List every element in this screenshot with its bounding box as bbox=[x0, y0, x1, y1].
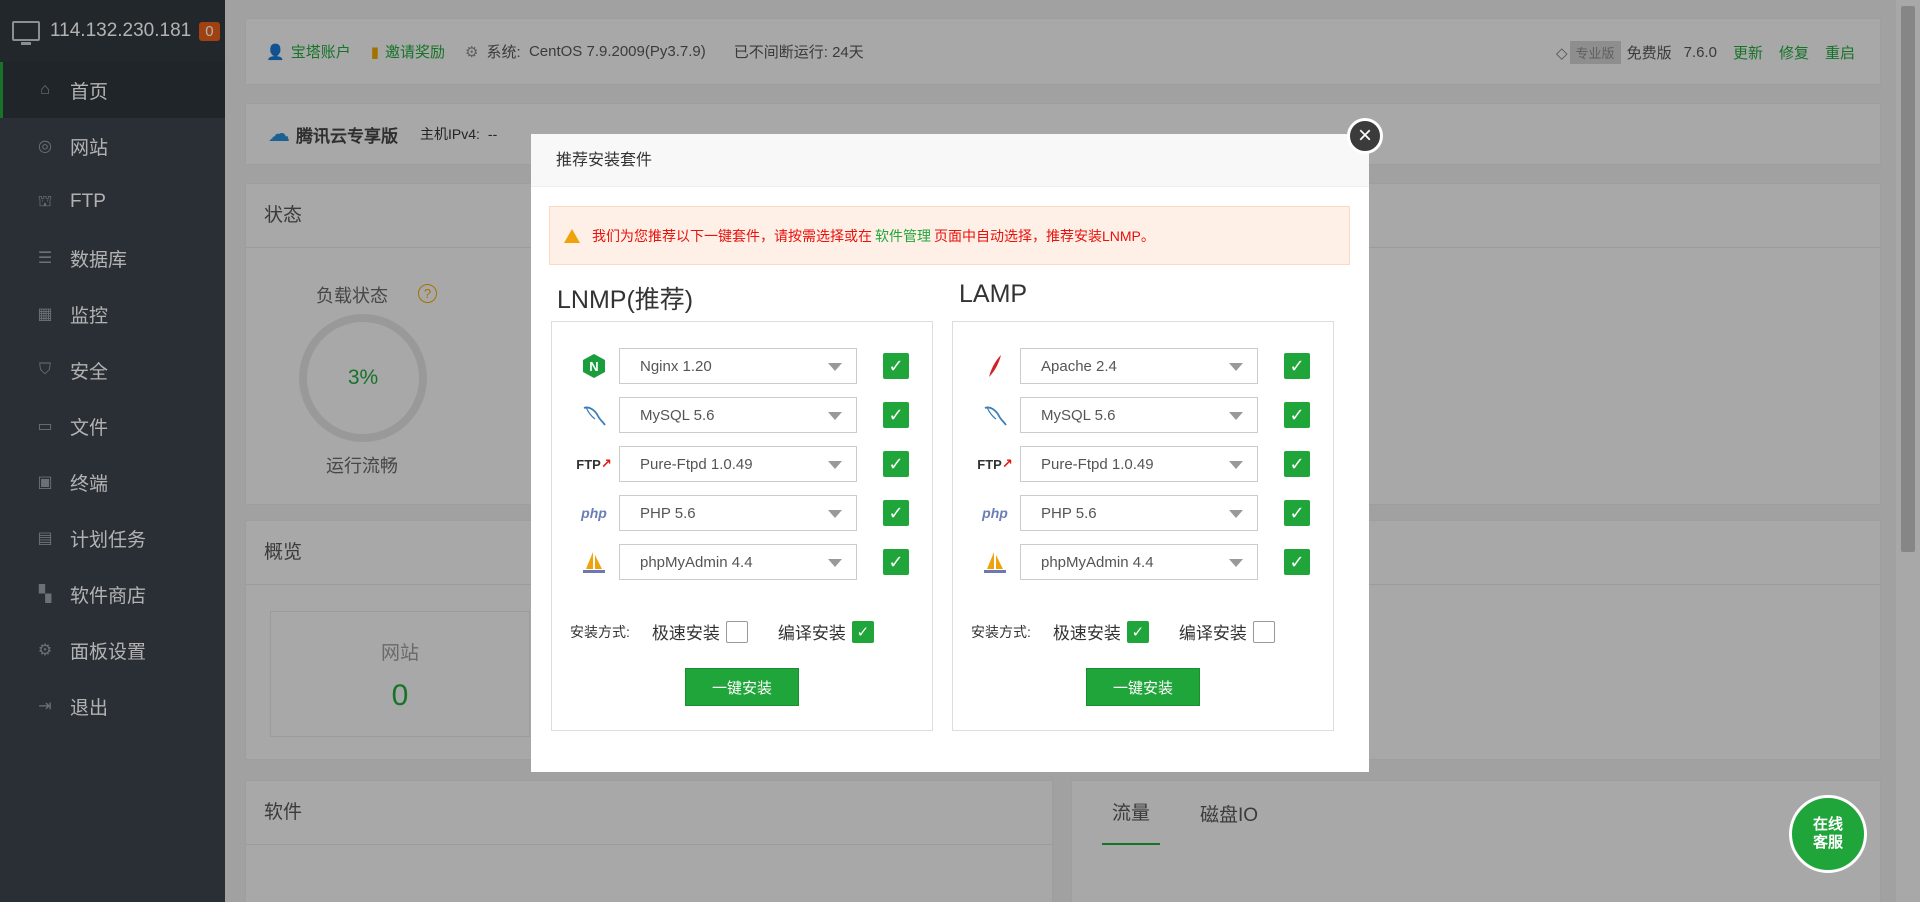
mysql-version-select[interactable]: MySQL 5.6 bbox=[1020, 397, 1258, 433]
php-version-select[interactable]: PHP 5.6 bbox=[619, 495, 857, 531]
software-manage-link[interactable]: 软件管理 bbox=[875, 226, 931, 246]
phpmyadmin-icon bbox=[975, 544, 1015, 580]
compile-install-label: 编译安装 bbox=[777, 624, 846, 643]
ftp-version-select[interactable]: Pure-Ftpd 1.0.49 bbox=[619, 446, 857, 482]
fast-install-checkbox[interactable]: ✓ bbox=[725, 620, 748, 643]
warning-icon bbox=[564, 228, 580, 243]
ftp-logo-icon: FTP ↗ bbox=[576, 456, 612, 472]
lnmp-install-button[interactable]: 一键安装 bbox=[685, 668, 799, 706]
lnmp-row-ftp: FTP ↗ Pure-Ftpd 1.0.49 ✓ bbox=[574, 446, 909, 482]
mysql-checkbox[interactable]: ✓ bbox=[1284, 402, 1310, 428]
php-checkbox[interactable]: ✓ bbox=[883, 500, 909, 526]
php-checkbox[interactable]: ✓ bbox=[1284, 500, 1310, 526]
lamp-panel: Apache 2.4 ✓ MySQL 5.6 ✓ FTP ↗ Pure-Ftpd … bbox=[952, 321, 1334, 731]
mysql-checkbox[interactable]: ✓ bbox=[883, 402, 909, 428]
lnmp-panel: N Nginx 1.20 ✓ MySQL 5.6 ✓ FTP ↗ Pure-Ftp… bbox=[551, 321, 933, 731]
lamp-row-apache: Apache 2.4 ✓ bbox=[975, 348, 1310, 384]
lnmp-title: LNMP(推荐) bbox=[557, 286, 694, 314]
ftp-logo-icon: FTP ↗ bbox=[977, 456, 1013, 472]
compile-install-label: 编译安装 bbox=[1178, 624, 1247, 643]
fast-install-label: 极速安装 bbox=[1052, 624, 1121, 643]
lnmp-row-mysql: MySQL 5.6 ✓ bbox=[574, 397, 909, 433]
mysql-icon bbox=[975, 397, 1015, 433]
php-version-select[interactable]: PHP 5.6 bbox=[1020, 495, 1258, 531]
apache-version-select[interactable]: Apache 2.4 bbox=[1020, 348, 1258, 384]
notice-text: 我们为您推荐以下一键套件，请按需选择或在 bbox=[592, 227, 872, 244]
ftp-checkbox[interactable]: ✓ bbox=[883, 451, 909, 477]
mysql-icon bbox=[574, 397, 614, 433]
php-icon: php bbox=[982, 505, 1008, 521]
lnmp-row-nginx: N Nginx 1.20 ✓ bbox=[574, 348, 909, 384]
compile-install-checkbox[interactable]: ✓ bbox=[1252, 620, 1275, 643]
method-label: 安装方式: bbox=[971, 623, 1031, 640]
method-label: 安装方式: bbox=[570, 623, 630, 640]
phpmyadmin-checkbox[interactable]: ✓ bbox=[1284, 549, 1310, 575]
nginx-icon: N bbox=[574, 348, 614, 384]
lamp-row-php: php PHP 5.6 ✓ bbox=[975, 495, 1310, 531]
svg-text:N: N bbox=[589, 359, 598, 374]
ftp-version-select[interactable]: Pure-Ftpd 1.0.49 bbox=[1020, 446, 1258, 482]
phpmyadmin-icon bbox=[574, 544, 614, 580]
compile-install-checkbox[interactable]: ✓ bbox=[851, 620, 874, 643]
mysql-version-select[interactable]: MySQL 5.6 bbox=[619, 397, 857, 433]
install-suite-modal: 推荐安装套件 我们为您推荐以下一键套件，请按需选择或在 软件管理 页面中自动选择… bbox=[531, 134, 1369, 772]
ftp-checkbox[interactable]: ✓ bbox=[1284, 451, 1310, 477]
lamp-row-phpmyadmin: phpMyAdmin 4.4 ✓ bbox=[975, 544, 1310, 580]
lamp-install-button[interactable]: 一键安装 bbox=[1086, 668, 1200, 706]
online-support-button[interactable]: 在线 客服 bbox=[1789, 795, 1867, 873]
notice-text: 页面中自动选择，推荐安装LNMP。 bbox=[934, 227, 1155, 244]
lnmp-row-phpmyadmin: phpMyAdmin 4.4 ✓ bbox=[574, 544, 909, 580]
install-method: 安装方式: 极速安装 ✓ 编译安装 ✓ bbox=[570, 619, 874, 644]
phpmyadmin-checkbox[interactable]: ✓ bbox=[883, 549, 909, 575]
lamp-row-ftp: FTP ↗ Pure-Ftpd 1.0.49 ✓ bbox=[975, 446, 1310, 482]
lnmp-row-php: php PHP 5.6 ✓ bbox=[574, 495, 909, 531]
apache-checkbox[interactable]: ✓ bbox=[1284, 353, 1310, 379]
lamp-title: LAMP bbox=[959, 280, 1028, 308]
recommend-notice: 我们为您推荐以下一键套件，请按需选择或在 软件管理 页面中自动选择，推荐安装LN… bbox=[549, 206, 1350, 265]
fast-install-label: 极速安装 bbox=[651, 624, 720, 643]
nginx-checkbox[interactable]: ✓ bbox=[883, 353, 909, 379]
phpmyadmin-version-select[interactable]: phpMyAdmin 4.4 bbox=[1020, 544, 1258, 580]
close-icon[interactable]: × bbox=[1347, 118, 1383, 154]
chat-line2: 客服 bbox=[1812, 834, 1843, 851]
install-method: 安装方式: 极速安装 ✓ 编译安装 ✓ bbox=[971, 619, 1275, 644]
phpmyadmin-version-select[interactable]: phpMyAdmin 4.4 bbox=[619, 544, 857, 580]
modal-title: 推荐安装套件 bbox=[531, 134, 1369, 187]
fast-install-checkbox[interactable]: ✓ bbox=[1126, 620, 1149, 643]
chat-line1: 在线 bbox=[1812, 816, 1843, 833]
lamp-row-mysql: MySQL 5.6 ✓ bbox=[975, 397, 1310, 433]
php-icon: php bbox=[581, 505, 607, 521]
apache-icon bbox=[975, 348, 1015, 384]
nginx-version-select[interactable]: Nginx 1.20 bbox=[619, 348, 857, 384]
